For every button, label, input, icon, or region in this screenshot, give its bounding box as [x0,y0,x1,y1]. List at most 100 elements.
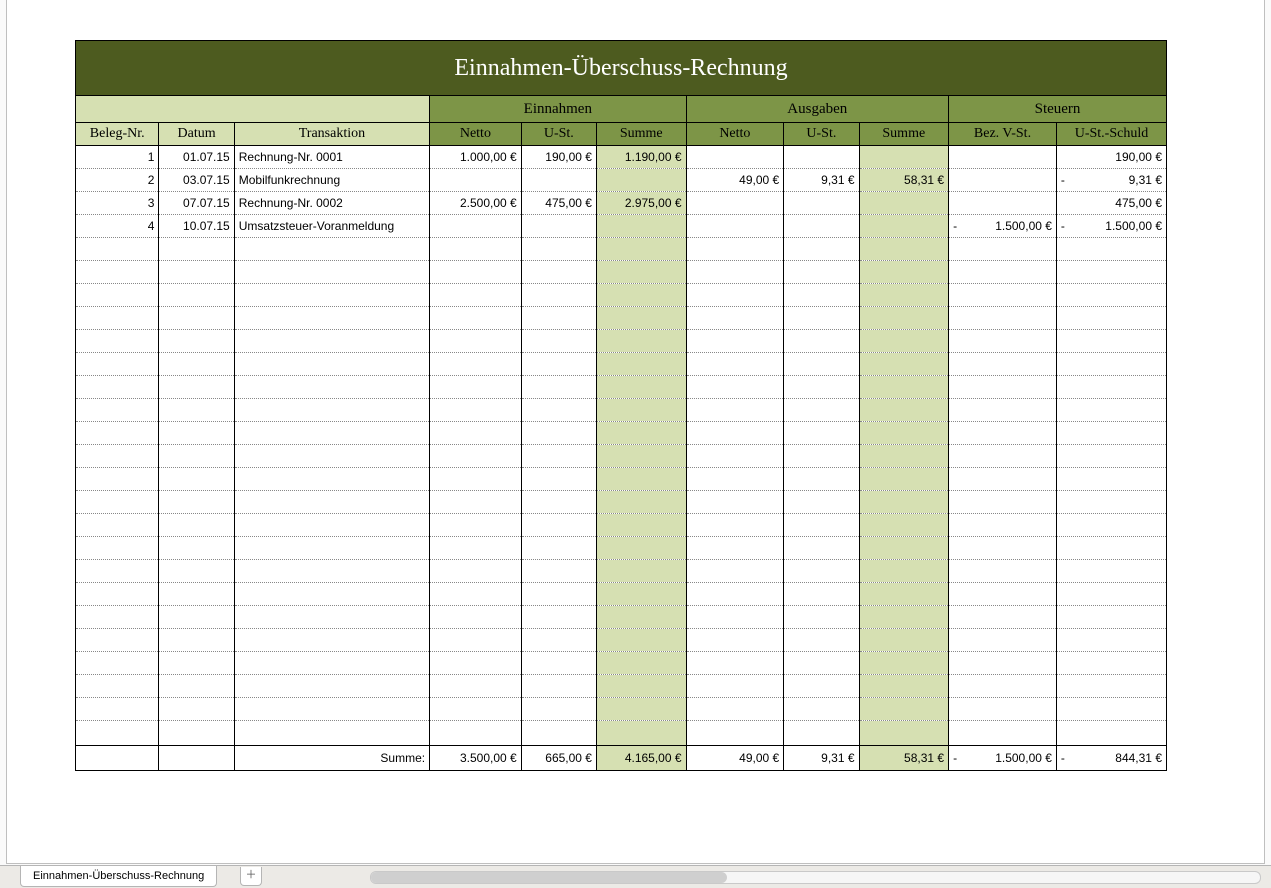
cell-a_netto[interactable] [686,353,784,376]
cell-a_summe[interactable] [859,284,949,307]
cell-e_ust[interactable] [521,376,596,399]
cell-e_netto[interactable] [430,675,522,698]
cell-a_summe[interactable] [859,675,949,698]
cell-a_ust[interactable] [784,307,859,330]
cell-e_netto[interactable] [430,399,522,422]
cell-a_ust[interactable] [784,629,859,652]
cell-e_netto[interactable] [430,307,522,330]
cell-e_ust[interactable] [521,353,596,376]
cell-e_summe[interactable] [596,238,686,261]
cell-e_netto[interactable] [430,215,522,238]
cell-datum[interactable] [159,261,234,284]
cell-a_netto[interactable] [686,422,784,445]
cell-a_ust[interactable] [784,537,859,560]
cell-ust_schuld[interactable] [1056,652,1166,675]
cell-bez_vst[interactable] [949,652,1057,675]
cell-ust_schuld[interactable]: 190,00 € [1056,146,1166,169]
cell-a_ust[interactable] [784,146,859,169]
cell-e_summe[interactable] [596,284,686,307]
cell-a_ust[interactable] [784,422,859,445]
cell-beleg[interactable] [76,422,159,445]
cell-transaktion[interactable] [234,238,429,261]
cell-beleg[interactable]: 3 [76,192,159,215]
cell-e_netto[interactable] [430,629,522,652]
cell-beleg[interactable]: 4 [76,215,159,238]
cell-e_ust[interactable] [521,514,596,537]
cell-e_summe[interactable] [596,261,686,284]
cell-e_ust[interactable] [521,537,596,560]
table-row[interactable] [76,307,1167,330]
cell-a_summe[interactable] [859,537,949,560]
cell-ust_schuld[interactable] [1056,330,1166,353]
cell-transaktion[interactable] [234,307,429,330]
table-row[interactable]: 101.07.15Rechnung-Nr. 00011.000,00 €190,… [76,146,1167,169]
cell-a_ust[interactable] [784,652,859,675]
cell-e_summe[interactable]: 2.975,00 € [596,192,686,215]
cell-ust_schuld[interactable]: -1.500,00 € [1056,215,1166,238]
cell-ust_schuld[interactable] [1056,353,1166,376]
cell-a_netto[interactable] [686,146,784,169]
cell-e_netto[interactable] [430,422,522,445]
cell-e_ust[interactable] [521,606,596,629]
cell-a_summe[interactable] [859,307,949,330]
cell-beleg[interactable] [76,629,159,652]
cell-transaktion[interactable] [234,698,429,721]
cell-datum[interactable] [159,583,234,606]
cell-e_summe[interactable] [596,445,686,468]
cell-bez_vst[interactable] [949,583,1057,606]
cell-e_ust[interactable] [521,698,596,721]
cell-bez_vst[interactable] [949,376,1057,399]
cell-a_netto[interactable] [686,514,784,537]
cell-transaktion[interactable]: Rechnung-Nr. 0002 [234,192,429,215]
cell-a_ust[interactable] [784,606,859,629]
cell-ust_schuld[interactable] [1056,514,1166,537]
cell-bez_vst[interactable] [949,284,1057,307]
table-row[interactable] [76,330,1167,353]
cell-e_netto[interactable] [430,514,522,537]
table-row[interactable] [76,491,1167,514]
cell-e_ust[interactable] [521,422,596,445]
cell-e_ust[interactable] [521,652,596,675]
cell-datum[interactable] [159,537,234,560]
cell-a_netto[interactable] [686,261,784,284]
table-row[interactable] [76,353,1167,376]
cell-transaktion[interactable] [234,330,429,353]
cell-bez_vst[interactable] [949,169,1057,192]
cell-e_ust[interactable] [521,307,596,330]
cell-beleg[interactable]: 2 [76,169,159,192]
cell-a_netto[interactable] [686,330,784,353]
cell-transaktion[interactable] [234,537,429,560]
cell-ust_schuld[interactable] [1056,399,1166,422]
cell-datum[interactable] [159,698,234,721]
cell-transaktion[interactable] [234,560,429,583]
cell-e_netto[interactable] [430,330,522,353]
cell-e_netto[interactable] [430,238,522,261]
table-row[interactable] [76,583,1167,606]
cell-bez_vst[interactable] [949,353,1057,376]
cell-e_netto[interactable] [430,468,522,491]
cell-bez_vst[interactable] [949,698,1057,721]
cell-transaktion[interactable] [234,422,429,445]
scrollbar-thumb[interactable] [371,872,727,883]
cell-ust_schuld[interactable] [1056,537,1166,560]
cell-e_netto[interactable]: 2.500,00 € [430,192,522,215]
cell-bez_vst[interactable] [949,606,1057,629]
cell-beleg[interactable] [76,284,159,307]
cell-a_ust[interactable] [784,238,859,261]
cell-datum[interactable] [159,491,234,514]
cell-e_ust[interactable] [521,330,596,353]
cell-e_summe[interactable] [596,491,686,514]
cell-a_summe[interactable] [859,261,949,284]
cell-e_netto[interactable] [430,445,522,468]
cell-beleg[interactable] [76,560,159,583]
cell-e_summe[interactable] [596,606,686,629]
table-row[interactable] [76,445,1167,468]
cell-bez_vst[interactable] [949,537,1057,560]
table-row[interactable] [76,537,1167,560]
cell-bez_vst[interactable] [949,422,1057,445]
cell-bez_vst[interactable]: -1.500,00 € [949,215,1057,238]
cell-ust_schuld[interactable] [1056,583,1166,606]
cell-beleg[interactable] [76,330,159,353]
cell-transaktion[interactable] [234,468,429,491]
cell-ust_schuld[interactable] [1056,468,1166,491]
